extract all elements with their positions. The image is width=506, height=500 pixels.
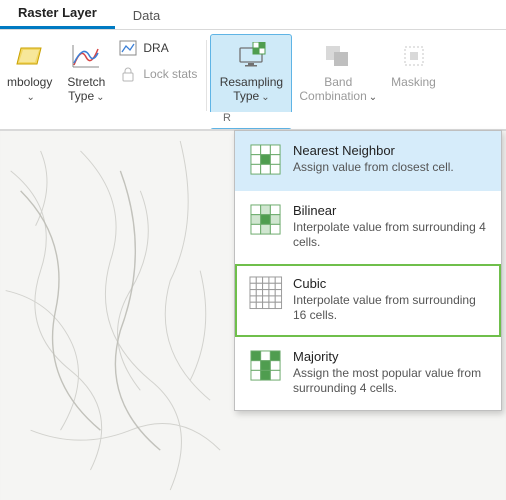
resampling-option-cubic[interactable]: Cubic Interpolate value from surrounding… (235, 264, 501, 337)
tab-raster-layer[interactable]: Raster Layer (0, 0, 115, 29)
separator (206, 40, 207, 111)
option-title: Cubic (293, 276, 487, 291)
option-title: Nearest Neighbor (293, 143, 487, 158)
majority-icon (249, 349, 283, 383)
lock-stats-toggle[interactable]: Lock stats (119, 64, 197, 84)
resampling-option-majority[interactable]: Majority Assign the most popular value f… (235, 337, 501, 410)
group-label-r: R (223, 112, 231, 124)
symbology-label: mbology (7, 75, 52, 105)
resampling-option-nearest[interactable]: Nearest Neighbor Assign value from close… (235, 131, 501, 191)
stretch-type-icon (69, 39, 103, 73)
cubic-icon (249, 276, 283, 310)
option-title: Majority (293, 349, 487, 364)
tab-data[interactable]: Data (115, 2, 178, 29)
nearest-neighbor-icon (249, 143, 283, 177)
lock-icon (119, 65, 137, 83)
band-combination-icon (321, 39, 355, 73)
bilinear-icon (249, 203, 283, 237)
dra-icon (119, 39, 137, 57)
dra-label: DRA (143, 41, 168, 55)
band-combination-label: BandCombination (299, 75, 377, 105)
option-title: Bilinear (293, 203, 487, 218)
masking-icon (397, 39, 431, 73)
tab-bar: Raster Layer Data (0, 0, 506, 30)
option-desc: Interpolate value from surrounding 4 cel… (293, 220, 487, 250)
stretch-type-label: StretchType (67, 75, 105, 105)
resampling-icon (234, 39, 268, 73)
dra-toggle[interactable]: DRA (119, 38, 197, 58)
ribbon-group-labels: R (0, 112, 506, 128)
resampling-label: ResamplingType (220, 75, 283, 105)
lock-stats-label: Lock stats (143, 67, 197, 81)
masking-label: Masking (391, 75, 436, 89)
option-desc: Assign value from closest cell. (293, 160, 487, 175)
option-desc: Assign the most popular value from surro… (293, 366, 487, 396)
resampling-option-bilinear[interactable]: Bilinear Interpolate value from surround… (235, 191, 501, 264)
option-desc: Interpolate value from surrounding 16 ce… (293, 293, 487, 323)
symbology-icon (13, 39, 47, 73)
resampling-dropdown: Nearest Neighbor Assign value from close… (234, 130, 502, 411)
